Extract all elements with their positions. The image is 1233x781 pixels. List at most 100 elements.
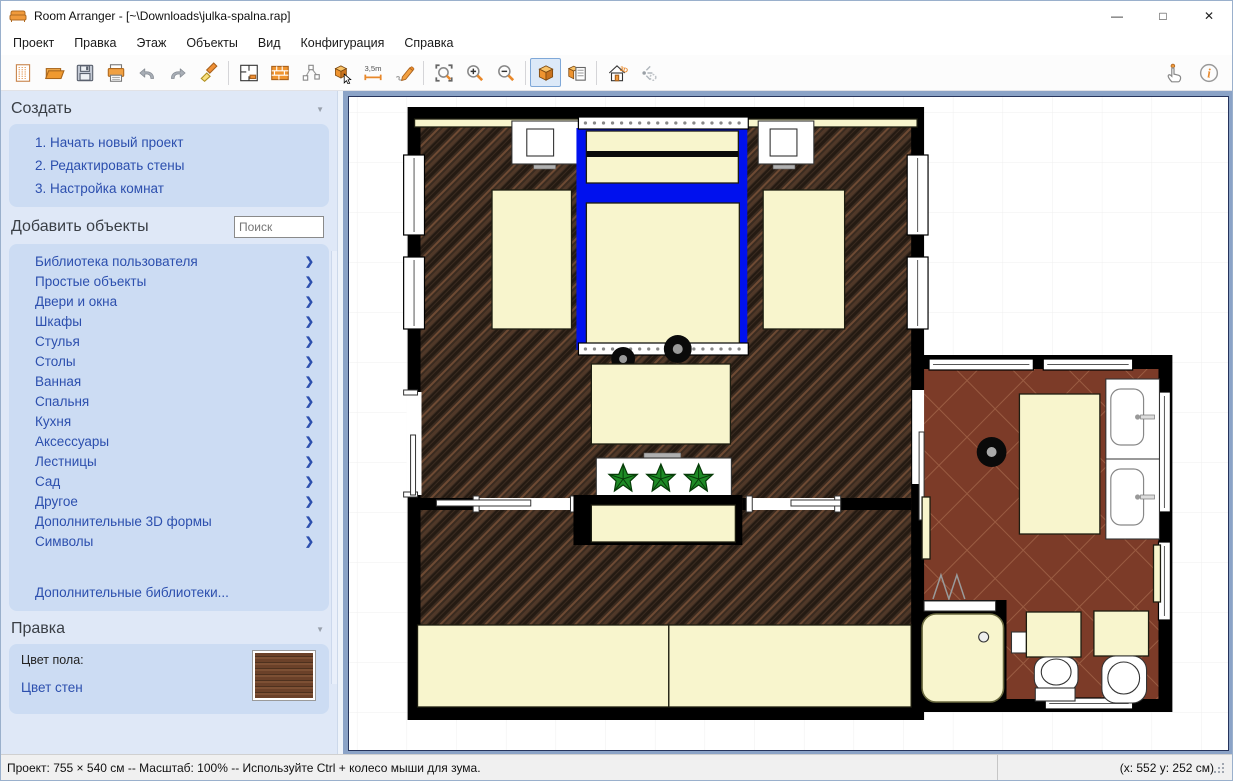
- minimize-button[interactable]: —: [1094, 1, 1140, 31]
- menu-item-objects[interactable]: Объекты: [176, 33, 248, 53]
- floor-color-swatch[interactable]: [253, 651, 315, 700]
- chevron-right-icon: ❯: [305, 255, 314, 268]
- category-3d-shapes[interactable]: Дополнительные 3D формы❯: [9, 511, 329, 531]
- open-button[interactable]: [38, 58, 69, 87]
- redo-button[interactable]: [162, 58, 193, 87]
- light-settings-button[interactable]: [632, 58, 663, 87]
- sidebar-scrollbar[interactable]: [331, 251, 337, 684]
- window[interactable]: [1158, 392, 1170, 512]
- open-folder-icon: [43, 62, 65, 84]
- category-garden[interactable]: Сад❯: [9, 471, 329, 491]
- room-bathroom[interactable]: [912, 355, 1172, 712]
- category-chairs[interactable]: Стулья❯: [9, 331, 329, 351]
- cistern-box[interactable]: [1011, 632, 1026, 653]
- collapse-icon[interactable]: ▼: [316, 625, 324, 634]
- category-other[interactable]: Другое❯: [9, 491, 329, 511]
- window[interactable]: [907, 257, 928, 329]
- category-doors-windows[interactable]: Двери и окна❯: [9, 291, 329, 311]
- menu-item-help[interactable]: Справка: [394, 33, 463, 53]
- category-simple-objects[interactable]: Простые объекты❯: [9, 271, 329, 291]
- more-libraries-link[interactable]: Дополнительные библиотеки...: [9, 581, 329, 604]
- toolbar-separator: [423, 61, 424, 85]
- paint-button[interactable]: [193, 58, 224, 87]
- edit-points-button[interactable]: [295, 58, 326, 87]
- wall-color-link[interactable]: Цвет стен: [21, 680, 83, 695]
- window[interactable]: [404, 155, 425, 235]
- view-3d-button[interactable]: [530, 58, 561, 87]
- brick-wall-icon: [269, 62, 291, 84]
- menu-item-configuration[interactable]: Конфигурация: [291, 33, 395, 53]
- measure-icon: 3,5m: [362, 62, 384, 84]
- radiator[interactable]: [1154, 545, 1161, 602]
- category-tables[interactable]: Столы❯: [9, 351, 329, 371]
- status-project-info: Проект: 755 × 540 см -- Масштаб: 100% --…: [1, 761, 997, 775]
- draw-button[interactable]: [388, 58, 419, 87]
- wardrobe-bottom-right[interactable]: [669, 625, 911, 707]
- about-button[interactable]: i: [1193, 58, 1224, 87]
- save-button[interactable]: [69, 58, 100, 87]
- zoom-out-button[interactable]: [490, 58, 521, 87]
- category-bedroom[interactable]: Спальня❯: [9, 391, 329, 411]
- sink-cabinet[interactable]: [1106, 379, 1160, 539]
- radiator[interactable]: [922, 497, 930, 559]
- add-object-button[interactable]: [326, 58, 357, 87]
- zoom-fit-button[interactable]: [428, 58, 459, 87]
- menu-bar: Проект Правка Этаж Объекты Вид Конфигура…: [1, 31, 1232, 55]
- pointer-mode-button[interactable]: [1158, 58, 1189, 87]
- desk[interactable]: [591, 364, 730, 444]
- resize-grip[interactable]: [1222, 771, 1224, 773]
- category-kitchen[interactable]: Кухня❯: [9, 411, 329, 431]
- menu-item-edit[interactable]: Правка: [64, 33, 126, 53]
- floor-plan[interactable]: [349, 97, 1228, 750]
- edit-walls-button[interactable]: [264, 58, 295, 87]
- app-window: Room Arranger - [~\Downloads\julka-spaln…: [0, 0, 1233, 781]
- bathtub-island[interactable]: [1019, 394, 1099, 534]
- window[interactable]: [404, 257, 425, 329]
- category-stairs[interactable]: Лестницы❯: [9, 451, 329, 471]
- floor-drain[interactable]: [977, 437, 1007, 467]
- category-user-library[interactable]: Библиотека пользователя❯: [9, 251, 329, 271]
- canvas[interactable]: [348, 96, 1229, 751]
- menu-item-view[interactable]: Вид: [248, 33, 291, 53]
- undo-button[interactable]: [131, 58, 162, 87]
- collapse-icon[interactable]: ▼: [316, 105, 324, 114]
- select-nodes-icon: [300, 62, 322, 84]
- print-button[interactable]: [100, 58, 131, 87]
- window[interactable]: [1043, 359, 1132, 370]
- create-step-edit-walls[interactable]: 2. Редактировать стены: [9, 154, 329, 177]
- shower[interactable]: [917, 600, 1006, 705]
- nightstand-left[interactable]: [512, 121, 579, 169]
- view-3d-list-button[interactable]: [561, 58, 592, 87]
- maximize-button[interactable]: □: [1140, 1, 1186, 31]
- walkthrough-button[interactable]: 3D: [601, 58, 632, 87]
- menu-item-project[interactable]: Проект: [3, 33, 64, 53]
- add-objects-title: Добавить объекты: [11, 218, 149, 236]
- chevron-right-icon: ❯: [305, 535, 314, 548]
- hand-pointer-icon: [1163, 62, 1185, 84]
- category-bathroom[interactable]: Ванная❯: [9, 371, 329, 391]
- category-symbols[interactable]: Символы❯: [9, 531, 329, 551]
- menu-item-floor[interactable]: Этаж: [126, 33, 176, 53]
- dresser-alcove[interactable]: [573, 495, 742, 545]
- window[interactable]: [907, 155, 928, 235]
- rug-right[interactable]: [763, 190, 844, 329]
- wardrobe-bottom-left[interactable]: [418, 625, 669, 707]
- create-step-new-project[interactable]: 1. Начать новый проект: [9, 131, 329, 154]
- zoom-in-button[interactable]: [459, 58, 490, 87]
- edit-rooms-button[interactable]: [233, 58, 264, 87]
- category-wardrobes[interactable]: Шкафы❯: [9, 311, 329, 331]
- bed[interactable]: [576, 117, 748, 355]
- category-accessories[interactable]: Аксессуары❯: [9, 431, 329, 451]
- new-project-button[interactable]: [7, 58, 38, 87]
- search-input[interactable]: [234, 216, 324, 238]
- chevron-right-icon: ❯: [305, 275, 314, 288]
- create-step-room-settings[interactable]: 3. Настройка комнат: [9, 177, 329, 200]
- window[interactable]: [929, 359, 1033, 370]
- nightstand-right[interactable]: [758, 121, 814, 169]
- chevron-right-icon: ❯: [305, 315, 314, 328]
- room-bedroom[interactable]: [404, 107, 928, 720]
- rug-left[interactable]: [492, 190, 571, 329]
- plant-shelf[interactable]: [596, 453, 731, 496]
- close-button[interactable]: ✕: [1186, 1, 1232, 31]
- measure-button[interactable]: 3,5m: [357, 58, 388, 87]
